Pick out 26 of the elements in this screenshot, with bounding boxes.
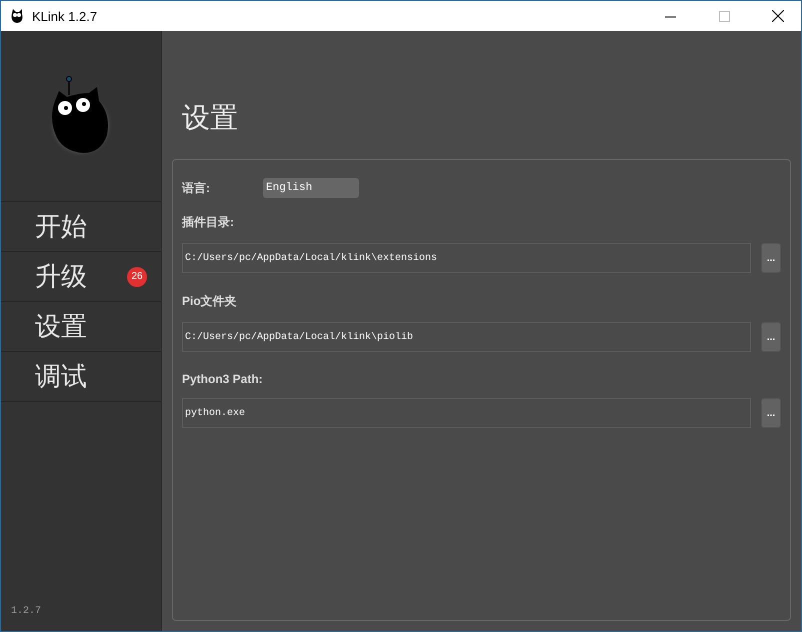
count-badge: 26	[127, 266, 147, 286]
sidebar-item[interactable]: 设置	[1, 301, 161, 351]
path-label: Pio文件夹	[182, 293, 237, 310]
sidebar-label: 升级	[35, 261, 88, 294]
browse-button[interactable]: ...	[761, 243, 781, 273]
sidebar-item[interactable]: 升级 26	[1, 251, 161, 301]
window-title: KLink 1.2.7	[32, 8, 98, 24]
version-label: 1.2.7	[11, 606, 42, 617]
language-label: 语言:	[182, 180, 211, 196]
language-select[interactable]: English	[263, 178, 359, 198]
sidebar-label: 调试	[35, 361, 88, 394]
path-field[interactable]: C:/Users/pc/AppData/Local/klink\piolib	[182, 322, 751, 352]
sidebar-item[interactable]: 调试	[1, 351, 161, 402]
path-field[interactable]: python.exe	[182, 398, 751, 428]
cat-icon	[10, 9, 24, 23]
page-title: 设置	[182, 100, 238, 136]
path-label: Python3 Path:	[182, 372, 263, 386]
sidebar-label: 设置	[35, 311, 88, 344]
browse-button[interactable]: ...	[761, 322, 781, 352]
path-label: 插件目录:	[182, 214, 234, 231]
sidebar-item[interactable]: 开始	[1, 201, 161, 251]
sidebar-label: 开始	[35, 211, 88, 244]
path-field[interactable]: C:/Users/pc/AppData/Local/klink\extensions	[182, 243, 751, 273]
browse-button[interactable]: ...	[761, 398, 781, 428]
maximize-icon	[718, 10, 730, 22]
close-icon	[772, 10, 784, 22]
